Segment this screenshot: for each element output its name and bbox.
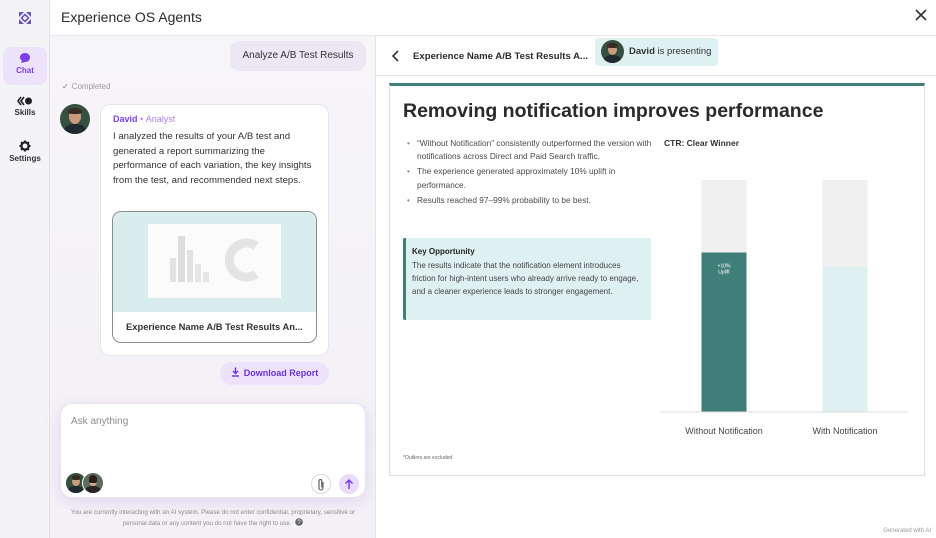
presenting-suffix: is presenting bbox=[657, 46, 712, 57]
back-arrow-icon[interactable] bbox=[389, 49, 403, 63]
presenting-badge: David is presenting bbox=[595, 38, 718, 66]
x-tick-label: With Notification bbox=[812, 426, 877, 436]
app-header: Experience OS Agents bbox=[50, 0, 936, 36]
app-title: Experience OS Agents bbox=[61, 9, 202, 25]
chat-bubble-icon bbox=[20, 53, 30, 63]
slide: Removing notification improves performan… bbox=[389, 83, 925, 476]
arrow-up-icon bbox=[344, 478, 354, 489]
presenting-text: David is presenting bbox=[629, 46, 711, 57]
agent-message-text: I analyzed the results of your A/B test … bbox=[113, 131, 312, 186]
key-opportunity-callout: Key Opportunity The results indicate tha… bbox=[403, 238, 651, 320]
presenter-name: David bbox=[629, 46, 655, 57]
completion-status: ✓ Completed bbox=[62, 82, 110, 91]
report-card-title: Experience Name A/B Test Results An... bbox=[126, 321, 303, 332]
sidebar-item-label: Chat bbox=[16, 66, 34, 75]
chat-panel: Analyze A/B Test Results ✓ Completed Davi… bbox=[50, 36, 376, 538]
gear-icon bbox=[19, 140, 31, 152]
download-icon bbox=[231, 367, 239, 377]
download-report-button[interactable]: Download Report bbox=[220, 362, 329, 385]
agent-name: David bbox=[113, 114, 138, 124]
key-opportunity-text: The results indicate that the notificati… bbox=[412, 261, 639, 296]
report-card[interactable]: Experience Name A/B Test Results An... bbox=[112, 211, 317, 343]
sidebar-item-label: Skills bbox=[14, 108, 36, 117]
bar-data-label: Uplift bbox=[718, 270, 730, 276]
agent-role: Analyst bbox=[145, 114, 176, 124]
viewer-title: Experience Name A/B Test Results A... bbox=[413, 51, 589, 62]
agent-separator: • bbox=[140, 114, 144, 124]
slide-bullet: “Without Notification” consistently outp… bbox=[405, 137, 657, 163]
agent-message-card: David • Analyst I analyzed the results o… bbox=[100, 104, 329, 356]
ai-disclaimer: You are currently interacting with an AI… bbox=[60, 508, 366, 529]
slide-bullets: “Without Notification” consistently outp… bbox=[405, 137, 657, 209]
slide-bullet: Results reached 97–99% probability to be… bbox=[405, 194, 657, 207]
agent-avatar-small-2 bbox=[82, 472, 104, 494]
agent-avatar bbox=[60, 104, 90, 134]
report-thumbnail-icon bbox=[148, 224, 281, 298]
status-label: Completed bbox=[71, 82, 111, 91]
sidebar-item-skills[interactable]: Skills bbox=[3, 91, 47, 129]
report-viewer: Experience Name A/B Test Results A... Da… bbox=[376, 36, 936, 538]
bar bbox=[701, 252, 747, 412]
ctr-bar-chart: Without Notification With Notification+10… bbox=[660, 180, 908, 436]
slide-title: Removing notification improves performan… bbox=[403, 100, 824, 122]
chart-title: CTR: Clear Winner bbox=[664, 138, 740, 148]
key-opportunity-heading: Key Opportunity bbox=[412, 247, 475, 256]
bar bbox=[822, 267, 868, 412]
agent-header: David • Analyst bbox=[113, 114, 175, 124]
skills-icon bbox=[17, 96, 32, 106]
chat-input-placeholder[interactable]: Ask anything bbox=[71, 416, 128, 427]
sidebar-item-chat[interactable]: Chat bbox=[3, 47, 47, 85]
disclaimer-text: You are currently interacting with an AI… bbox=[70, 509, 356, 527]
viewer-toolbar: Experience Name A/B Test Results A... Da… bbox=[376, 36, 936, 76]
check-icon: ✓ bbox=[62, 82, 69, 91]
app-logo-icon[interactable] bbox=[17, 10, 33, 26]
chat-input-box[interactable]: Ask anything bbox=[60, 403, 366, 498]
slide-bullet: The experience generated approximately 1… bbox=[405, 165, 657, 191]
download-report-label: Download Report bbox=[243, 368, 319, 378]
help-icon[interactable]: ? bbox=[295, 518, 303, 526]
sidebar-item-label: Settings bbox=[9, 154, 41, 163]
close-icon[interactable] bbox=[914, 8, 928, 22]
sidebar-item-settings[interactable]: Settings bbox=[3, 135, 47, 173]
attach-button[interactable] bbox=[311, 474, 331, 494]
user-message: Analyze A/B Test Results bbox=[230, 41, 366, 71]
report-preview bbox=[113, 212, 316, 312]
x-tick-label: Without Notification bbox=[685, 426, 763, 436]
nav-rail: Chat Skills Settings bbox=[0, 0, 50, 538]
presenter-avatar bbox=[601, 40, 624, 63]
paperclip-icon bbox=[318, 479, 324, 491]
send-button[interactable] bbox=[339, 474, 359, 494]
generated-with-ai-label: Generated with AI bbox=[883, 528, 931, 534]
slide-footnote: *Outliers are excluded bbox=[403, 455, 453, 461]
